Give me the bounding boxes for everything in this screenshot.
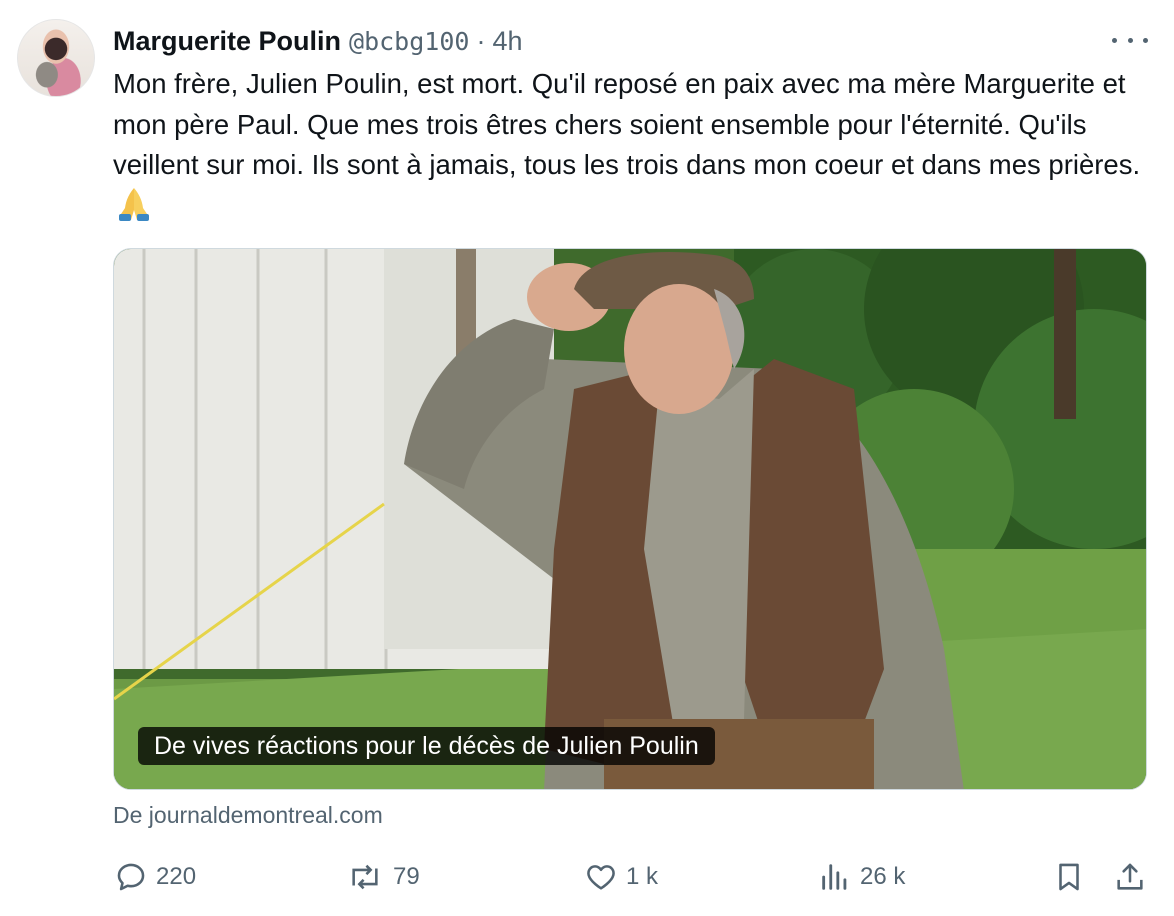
tweet-header: Marguerite Poulin @bcbg100 · 4h [113,24,523,58]
avatar[interactable] [17,19,95,97]
tweet-body: Mon frère, Julien Poulin, est mort. Qu'i… [113,68,1141,180]
views-bar-chart-icon [818,860,852,894]
card-source[interactable]: De journaldemontreal.com [113,802,383,829]
tweet-text: Mon frère, Julien Poulin, est mort. Qu'i… [113,64,1143,233]
share-button[interactable] [1113,858,1147,896]
card-caption: De vives réactions pour le décès de Juli… [138,727,715,765]
news-photo [114,249,1146,789]
views-button[interactable]: 26 k [818,858,905,896]
author-name[interactable]: Marguerite Poulin [113,26,341,57]
repost-count: 79 [393,863,420,890]
author-handle[interactable]: @bcbg100 [349,27,469,56]
praying-hands-emoji [117,186,151,234]
views-count: 26 k [860,863,906,890]
bookmark-button[interactable] [1052,858,1086,896]
tweet[interactable]: Marguerite Poulin @bcbg100 · 4h Mon frèr… [0,0,1174,916]
separator-dot: · [476,25,486,56]
repost-icon [345,860,385,894]
link-card-media[interactable]: De vives réactions pour le décès de Juli… [113,248,1147,790]
timestamp[interactable]: 4h [492,26,522,57]
reply-count: 220 [156,863,197,890]
more-horizontal-icon[interactable] [1112,30,1148,50]
like-button[interactable]: 1 k [584,858,658,896]
heart-icon [584,860,618,894]
reply-button[interactable]: 220 [114,858,196,896]
share-icon [1113,860,1147,894]
reply-icon [114,860,148,894]
like-count: 1 k [626,863,659,890]
bookmark-icon [1052,860,1086,894]
repost-button[interactable]: 79 [345,858,420,896]
